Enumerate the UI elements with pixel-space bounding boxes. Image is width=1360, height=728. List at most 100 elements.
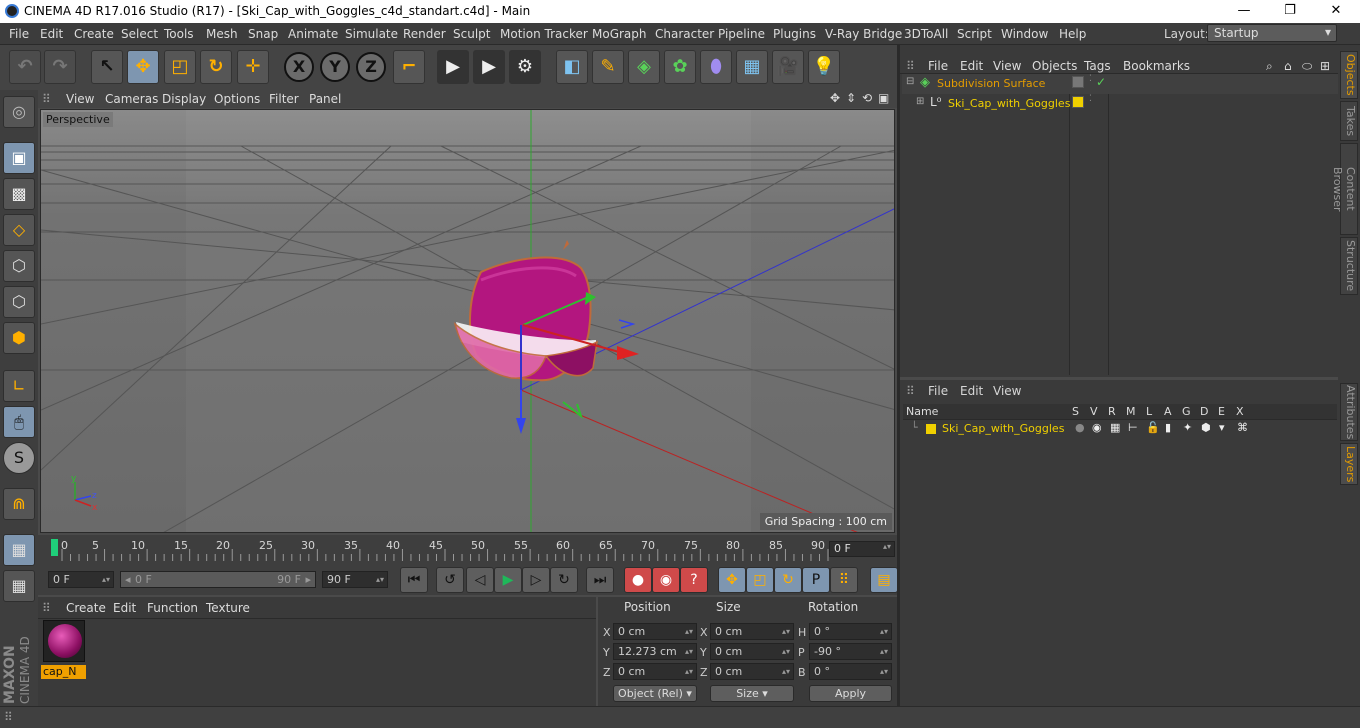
- layout-dropdown[interactable]: Startup ▾: [1207, 24, 1337, 42]
- minimize-button[interactable]: —: [1221, 0, 1267, 23]
- xref-icon[interactable]: ⌘: [1237, 421, 1248, 434]
- apply-button[interactable]: Apply: [809, 685, 892, 702]
- key-pla-icon[interactable]: ⠿: [830, 567, 858, 593]
- tab-attributes[interactable]: Attributes: [1340, 383, 1358, 441]
- undo-button[interactable]: ↶: [9, 50, 41, 84]
- layers-menu-file[interactable]: File: [928, 384, 948, 398]
- autokeying-button[interactable]: ◉: [652, 567, 680, 593]
- current-frame-field[interactable]: 0 F ▴▾: [829, 541, 895, 557]
- points-mode-icon[interactable]: ⬡: [3, 250, 35, 282]
- new-view-icon[interactable]: ⊞: [1320, 59, 1330, 73]
- timeline-ruler[interactable]: 0 5 10 15 20 25 30 35 40 45 50 55 60 65 …: [38, 535, 897, 565]
- start-frame-field[interactable]: 0 F ▴▾: [48, 571, 114, 588]
- y-axis-lock-button[interactable]: Y: [320, 52, 350, 82]
- deformer-icon[interactable]: ⬮: [700, 50, 732, 84]
- select-tool-icon[interactable]: ↖: [91, 50, 123, 84]
- col-manager[interactable]: M: [1126, 405, 1136, 418]
- layer-color-swatch[interactable]: [926, 424, 936, 434]
- cube-primitive-icon[interactable]: ◧: [556, 50, 588, 84]
- col-locked[interactable]: L: [1146, 405, 1152, 418]
- key-parameter-icon[interactable]: P: [802, 567, 830, 593]
- tab-objects[interactable]: Objects: [1340, 51, 1358, 99]
- menu-simulate[interactable]: Simulate: [345, 27, 398, 41]
- rotate-tool-icon[interactable]: ↻: [200, 50, 232, 84]
- menu-script[interactable]: Script: [957, 27, 992, 41]
- menu-animate[interactable]: Animate: [288, 27, 338, 41]
- menu-window[interactable]: Window: [1001, 27, 1048, 41]
- viewport-menu-options[interactable]: Options: [214, 92, 260, 106]
- maximize-view-icon[interactable]: ▣: [878, 91, 889, 105]
- viewport-menu-view[interactable]: View: [66, 92, 94, 106]
- objects-menu-tags[interactable]: Tags: [1084, 59, 1111, 73]
- objects-menu-bookmarks[interactable]: Bookmarks: [1123, 59, 1190, 73]
- coordinate-mode-dropdown[interactable]: Object (Rel) ▾: [613, 685, 697, 702]
- collapse-icon[interactable]: ⊟: [906, 76, 914, 87]
- keyframe-selection-button[interactable]: ?: [680, 567, 708, 593]
- visibility-dots-icon[interactable]: ⁚: [1089, 74, 1092, 84]
- size-x-field[interactable]: 0 cm ▴▾: [710, 623, 794, 640]
- rotation-h-field[interactable]: 0 ° ▴▾: [809, 623, 892, 640]
- material-thumbnail[interactable]: [43, 620, 85, 662]
- position-x-field[interactable]: 0 cm ▴▾: [613, 623, 697, 640]
- menu-file[interactable]: File: [9, 27, 29, 41]
- scale-tool-icon[interactable]: ◰: [164, 50, 196, 84]
- menu-3dtoall[interactable]: 3DToAll: [904, 27, 948, 41]
- menu-plugins[interactable]: Plugins: [773, 27, 816, 41]
- transform-tool-icon[interactable]: ✛: [237, 50, 269, 84]
- col-view[interactable]: V: [1090, 405, 1098, 418]
- viewport-menu-panel[interactable]: Panel: [309, 92, 341, 106]
- previous-frame-button[interactable]: ◁: [466, 567, 494, 593]
- tab-layers[interactable]: Layers: [1340, 443, 1358, 485]
- floor-scene-icon[interactable]: ▦: [736, 50, 768, 84]
- layer-name[interactable]: Ski_Cap_with_Goggles: [942, 422, 1064, 435]
- menu-select[interactable]: Select: [121, 27, 158, 41]
- search-icon[interactable]: ⌕: [1266, 59, 1273, 74]
- material-name[interactable]: cap_N: [41, 665, 86, 679]
- visibility-dots-icon[interactable]: ⁚: [1089, 94, 1092, 104]
- locked-workplane-icon[interactable]: ▦: [3, 570, 35, 602]
- tree-row[interactable]: ⊟ ◈ Subdivision Surface ⁚ ✓: [902, 74, 1338, 94]
- menu-snap[interactable]: Snap: [248, 27, 278, 41]
- frame-range-slider[interactable]: ◂ 0 F 90 F ▸: [120, 571, 316, 588]
- model-mode-icon[interactable]: ▣: [3, 142, 35, 174]
- end-frame-field[interactable]: 90 F ▴▾: [322, 571, 388, 588]
- layer-row[interactable]: └ Ski_Cap_with_Goggles ● ◉ ▦ ⊢ 🔓 ▮ ✦ ⬢ ▾…: [903, 421, 1337, 437]
- position-z-field[interactable]: 0 cm ▴▾: [613, 663, 697, 680]
- lock-icon[interactable]: 🔓: [1146, 421, 1160, 434]
- redo-button[interactable]: ↷: [44, 50, 76, 84]
- zoom-icon[interactable]: ⇕: [846, 91, 856, 105]
- manager-tree-icon[interactable]: ⊢: [1128, 421, 1138, 434]
- close-button[interactable]: ✕: [1313, 0, 1359, 23]
- tab-structure[interactable]: Structure: [1340, 237, 1358, 295]
- material-menu-create[interactable]: Create: [66, 601, 106, 615]
- size-y-field[interactable]: 0 cm ▴▾: [710, 643, 794, 660]
- polygons-mode-icon[interactable]: ⬢: [3, 322, 35, 354]
- record-keys-button[interactable]: ●: [624, 567, 652, 593]
- workplane-grid-icon[interactable]: ▦: [3, 534, 35, 566]
- material-menu-edit[interactable]: Edit: [113, 601, 136, 615]
- solo-icon[interactable]: ●: [1075, 421, 1085, 434]
- menu-render[interactable]: Render: [403, 27, 446, 41]
- menu-edit[interactable]: Edit: [40, 27, 63, 41]
- objects-menu-file[interactable]: File: [928, 59, 948, 73]
- material-menu-texture[interactable]: Texture: [206, 601, 250, 615]
- axis-mode-icon[interactable]: ∟: [3, 370, 35, 402]
- menu-mesh[interactable]: Mesh: [206, 27, 238, 41]
- col-deformers[interactable]: D: [1200, 405, 1208, 418]
- subdivision-surface-icon[interactable]: ◈: [628, 50, 660, 84]
- render-picture-viewer-icon[interactable]: ▶: [473, 50, 505, 84]
- expand-icon[interactable]: ⊞: [916, 96, 924, 107]
- next-key-button[interactable]: ↻: [550, 567, 578, 593]
- render-settings-icon[interactable]: ⚙: [509, 50, 541, 84]
- col-generators[interactable]: G: [1182, 405, 1191, 418]
- menu-create[interactable]: Create: [74, 27, 114, 41]
- workplane-mode-icon[interactable]: ◇: [3, 214, 35, 246]
- navigate-back-icon[interactable]: ⬭: [1302, 59, 1312, 74]
- 3d-viewport[interactable]: y z x Perspective Grid Spacing : 100 cm: [40, 109, 895, 533]
- tree-row[interactable]: ⊞ L⁰ Ski_Cap_with_Goggles ⁚: [902, 94, 1338, 114]
- objects-menu-objects[interactable]: Objects: [1032, 59, 1077, 73]
- pen-spline-icon[interactable]: ✎: [592, 50, 624, 84]
- x-axis-lock-button[interactable]: X: [284, 52, 314, 82]
- viewport-menu-cameras[interactable]: Cameras: [105, 92, 158, 106]
- menu-sculpt[interactable]: Sculpt: [453, 27, 490, 41]
